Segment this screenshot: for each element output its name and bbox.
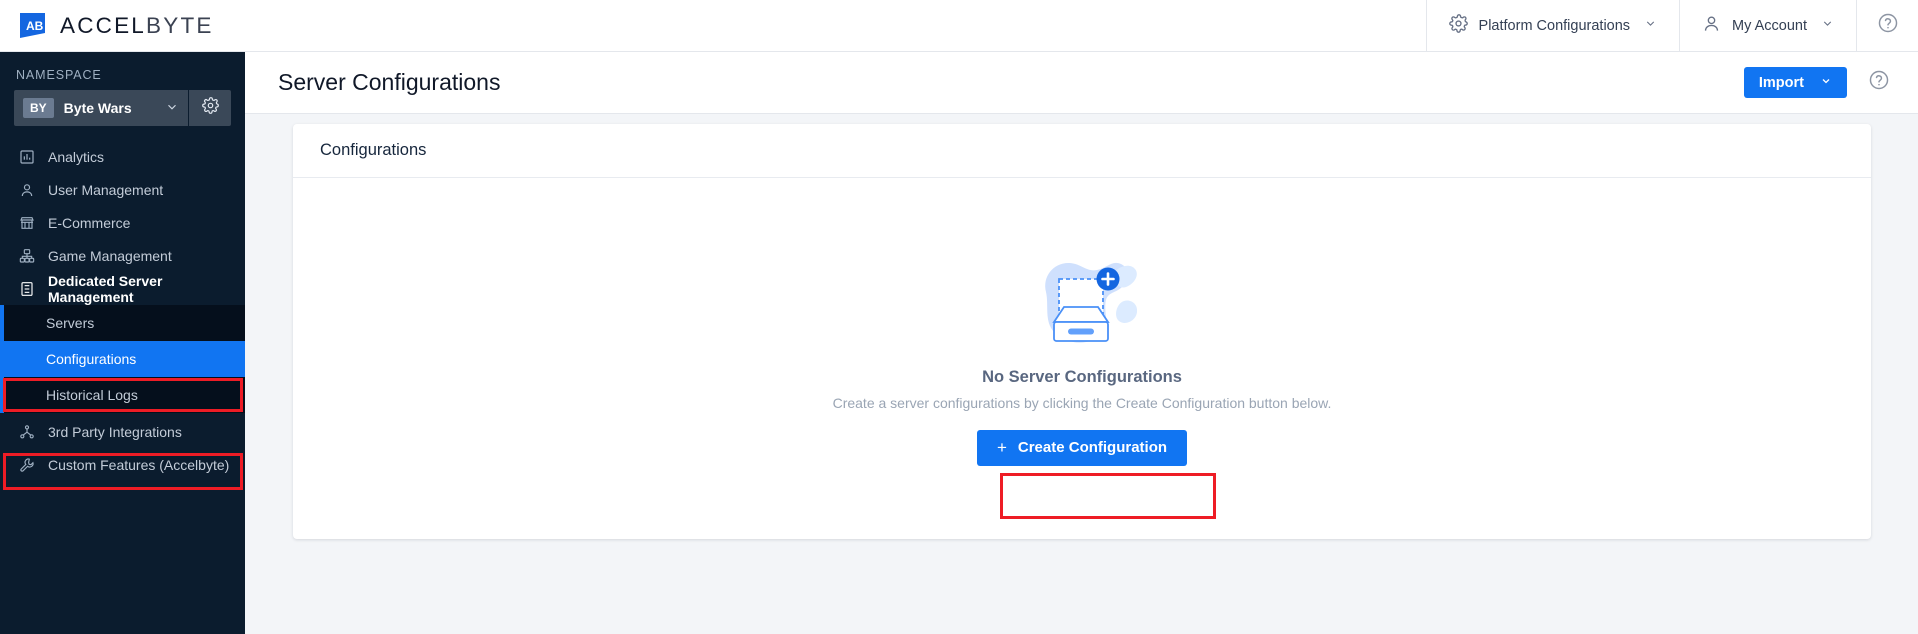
- import-button-label: Import: [1758, 74, 1804, 91]
- chevron-down-icon: [1821, 17, 1834, 34]
- sidebar-item-user-management[interactable]: User Management: [0, 173, 245, 206]
- card-header: Configurations: [293, 124, 1871, 178]
- namespace-badge: BY: [23, 98, 54, 118]
- namespace-name: Byte Wars: [63, 100, 132, 116]
- page-header: Server Configurations Import: [245, 52, 1918, 114]
- accelbyte-logo-icon: AB: [18, 11, 47, 40]
- import-button[interactable]: Import: [1743, 67, 1847, 98]
- sidebar-item-label: User Management: [48, 181, 164, 198]
- sidebar-subitem-label: Servers: [46, 315, 95, 331]
- store-icon: [18, 214, 35, 231]
- sidebar-subitem-configurations[interactable]: Configurations: [0, 341, 245, 377]
- empty-state-subtitle: Create a server configurations by clicki…: [832, 394, 1332, 411]
- sidebar-item-custom-features[interactable]: Custom Features (Accelbyte): [0, 448, 245, 481]
- wrench-icon: [18, 456, 35, 473]
- user-icon: [18, 181, 35, 198]
- chevron-down-icon: [1820, 75, 1832, 91]
- chart-bar-icon: [18, 148, 35, 165]
- platform-configurations-menu[interactable]: Platform Configurations: [1425, 0, 1680, 52]
- top-bar: AB ACCEL BYTE Platform Configurations My…: [0, 0, 1918, 52]
- top-bar-actions: Platform Configurations My Account: [1425, 0, 1918, 52]
- network-nodes-icon: [18, 423, 35, 440]
- empty-state: No Server Configurations Create a server…: [293, 178, 1871, 539]
- sidebar: NAMESPACE BY Byte Wars Analytics User Ma…: [0, 52, 245, 634]
- namespace-selector: BY Byte Wars: [14, 90, 231, 126]
- namespace-settings-button[interactable]: [188, 90, 231, 126]
- page-title: Server Configurations: [278, 69, 501, 95]
- page-help-button[interactable]: [1868, 69, 1890, 96]
- gear-icon: [201, 97, 219, 119]
- sidebar-item-dedicated-server-management[interactable]: Dedicated Server Management: [0, 272, 245, 305]
- brand-wordmark: ACCEL BYTE: [60, 13, 214, 39]
- sidebar-subitem-historical-logs[interactable]: Historical Logs: [0, 377, 245, 413]
- sidebar-item-label: 3rd Party Integrations: [48, 423, 182, 440]
- sitemap-icon: [18, 247, 35, 264]
- help-circle-icon: [1868, 69, 1890, 96]
- svg-text:AB: AB: [26, 19, 44, 33]
- help-button[interactable]: [1856, 0, 1918, 52]
- gear-icon: [1448, 14, 1468, 37]
- help-circle-icon: [1877, 12, 1899, 39]
- sidebar-item-label: Custom Features (Accelbyte): [48, 456, 230, 473]
- sidebar-subitem-label: Configurations: [46, 351, 137, 367]
- empty-state-title: No Server Configurations: [982, 367, 1182, 386]
- sidebar-item-3rd-party-integrations[interactable]: 3rd Party Integrations: [0, 415, 245, 448]
- sidebar-item-e-commerce[interactable]: E-Commerce: [0, 206, 245, 239]
- sidebar-item-label: Analytics: [48, 148, 105, 165]
- sidebar-nav: Analytics User Management E-Commerce Gam…: [0, 140, 245, 481]
- sidebar-item-game-management[interactable]: Game Management: [0, 239, 245, 272]
- sidebar-item-label: E-Commerce: [48, 214, 131, 231]
- namespace-label: NAMESPACE: [16, 68, 102, 82]
- create-configuration-button[interactable]: + Create Configuration: [976, 429, 1188, 466]
- my-account-menu[interactable]: My Account: [1679, 0, 1856, 52]
- namespace-dropdown[interactable]: BY Byte Wars: [14, 90, 188, 126]
- page-header-actions: Import: [1743, 67, 1890, 98]
- sidebar-subitem-label: Historical Logs: [46, 387, 138, 403]
- create-configuration-button-label: Create Configuration: [1017, 439, 1168, 456]
- chevron-down-icon: [1644, 17, 1657, 34]
- brand-logo[interactable]: AB ACCEL BYTE: [0, 11, 214, 40]
- sidebar-item-label: Dedicated Server Management: [48, 272, 163, 305]
- my-account-label: My Account: [1732, 17, 1807, 34]
- configurations-card: Configurations No Server Configurations …: [293, 124, 1871, 539]
- platform-configurations-label: Platform Configurations: [1478, 17, 1631, 34]
- chevron-down-icon: [165, 100, 179, 117]
- sidebar-subitem-servers[interactable]: Servers: [0, 305, 245, 341]
- sidebar-submenu-dedicated-server-management: Servers Configurations Historical Logs: [0, 305, 245, 413]
- brand-name-part2: BYTE: [146, 12, 214, 38]
- sidebar-item-analytics[interactable]: Analytics: [0, 140, 245, 173]
- main-content: Server Configurations Import Configurati…: [245, 52, 1918, 634]
- plus-icon: +: [996, 438, 1007, 457]
- user-icon: [1702, 14, 1721, 37]
- sidebar-item-label: Game Management: [48, 247, 172, 264]
- server-icon: [18, 280, 35, 297]
- brand-name-part1: ACCEL: [60, 12, 147, 38]
- card-title: Configurations: [320, 141, 427, 159]
- empty-inbox-add-icon: [1002, 246, 1162, 355]
